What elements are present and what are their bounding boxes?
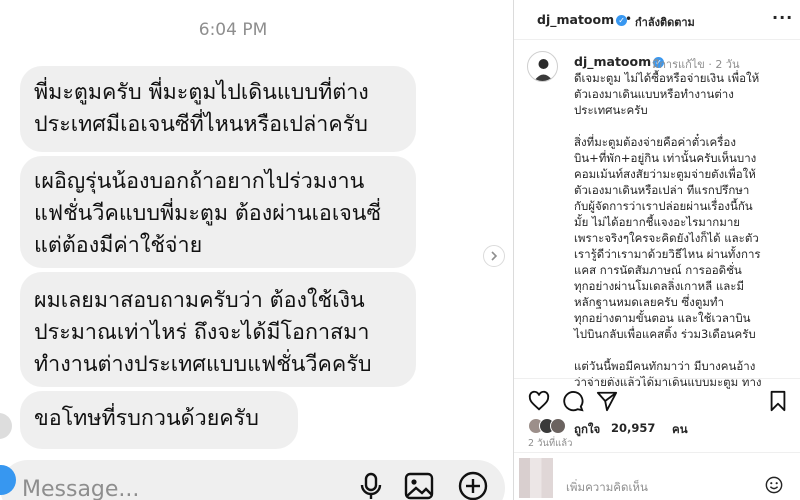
caption-line: คอมเม้นท์สงสัยว่ามะตูมจ่ายตังเพื่อให้ (574, 167, 756, 181)
caption-username-text[interactable]: dj_matoom (574, 54, 651, 69)
comment-icon[interactable] (562, 390, 584, 412)
chat-screenshot: 6:04 PM พี่มะตูมครับ พี่มะตูมไปเดินแบบที… (0, 0, 513, 500)
caption-line: เพราะจริงๆใครจะคิดยังไงก็ได้ และตัว (574, 231, 759, 245)
post-panel: dj_matoom ✓ • กำลังติดตาม ··· dj_matoom ✓ … (513, 0, 800, 500)
caption-line: ประเทศนะครับ (574, 103, 648, 117)
message-line: เผอิญรุ่นน้องบอกถ้าอยากไปร่วมงาน (34, 169, 365, 194)
caption-line: เรารู้ดีว่าเรามาด้วยวิธีไหน ผ่านทั้งการ (574, 247, 761, 261)
caption-line: ตัวเองมาเดินหรือเปล่า ทีแรกปรึกษา (574, 183, 750, 197)
caption-line: สิ่งที่มะตูมต้องจ่ายคือค่าตั๋วเครื่อง (574, 135, 736, 149)
caption-username[interactable]: dj_matoom ✓ (574, 54, 665, 69)
share-icon[interactable] (596, 390, 618, 412)
caption-avatar[interactable] (527, 51, 558, 82)
message-input[interactable] (22, 474, 322, 500)
caption-line: ทุกอย่างผ่านโมเดลลิ่งเกาหลี และมี (574, 279, 745, 293)
liker-avatar (550, 418, 566, 434)
caption-line: ทุกอย่างตามขั้นตอน และใช้เวลาบิน (574, 311, 751, 325)
message-line: ประเทศมีเอเจนซีที่ไหนหรือเปล่าครับ (34, 112, 368, 137)
caption-line: มั้ย ไม่ได้อยากชี้แจงอะไรมากมาย (574, 215, 741, 229)
separator-dot: • (625, 12, 633, 26)
heart-icon[interactable] (528, 390, 550, 412)
message-bubble[interactable]: ผมเลยมาสอบถามครับว่า ต้องใช้เงิน ประมาณเ… (20, 272, 416, 387)
message-bubble[interactable]: เผอิญรุ่นน้องบอกถ้าอยากไปร่วมงาน แฟชั่นว… (20, 156, 416, 268)
caption-text: ดีเจมะตูม ไม่ได้ซื้อหรือจ่ายเงิน เพื่อให… (574, 70, 788, 390)
caption-line: บิน+ที่พัก+อยู่กิน เท่านั้นครับเห็นบาง (574, 151, 757, 165)
likes-count[interactable]: 20,957 (611, 421, 655, 435)
following-button[interactable]: กำลังติดตาม (635, 13, 695, 31)
chevron-right-icon (491, 251, 498, 261)
header-username[interactable]: dj_matoom ✓ (537, 12, 628, 27)
message-line: ทำงานต่างประเทศแบบแฟชั่นวีคครับ (34, 352, 372, 377)
commenter-avatar (519, 458, 553, 498)
post-header: dj_matoom ✓ • กำลังติดตาม ··· (514, 0, 800, 40)
message-bubble[interactable]: ขอโทษที่รบกวนด้วยครับ (20, 391, 298, 449)
post-age: 2 วันที่แล้ว (528, 438, 573, 449)
message-line: ประมาณเท่าไหร่ ถึงจะได้มีโอกาสมา (34, 320, 370, 345)
emoji-icon[interactable] (765, 476, 783, 494)
message-line: พี่มะตูมครับ พี่มะตูมไปเดินแบบที่ต่าง (34, 80, 369, 105)
caption-line: ตัวเองมาเดินแบบหรือทำงานต่าง (574, 87, 734, 101)
more-options-icon[interactable]: ··· (772, 8, 793, 27)
comment-input[interactable] (566, 478, 746, 496)
carousel-next-button[interactable] (483, 245, 505, 267)
microphone-icon[interactable] (355, 471, 387, 500)
header-username-text[interactable]: dj_matoom (537, 12, 614, 27)
liker-avatars[interactable] (528, 418, 568, 436)
caption-line: ไปบินกลับเพื่อแคสติ้ง ร่วม3เดือนครับ (574, 327, 756, 341)
message-line: ผมเลยมาสอบถามครับว่า ต้องใช้เงิน (34, 288, 365, 313)
user-avatar-icon (534, 59, 553, 81)
likes-label: ถูกใจ (574, 422, 601, 436)
message-bubble[interactable]: พี่มะตูมครับ พี่มะตูมไปเดินแบบที่ต่าง ปร… (20, 66, 416, 152)
actions-divider (514, 378, 800, 379)
message-line: ขอโทษที่รบกวนด้วยครับ (34, 406, 259, 431)
bookmark-icon[interactable] (767, 390, 789, 412)
caption-line: หลักฐานหมดเลยครับ ซึ่งตูมทำ (574, 295, 724, 309)
caption-line: ดีเจมะตูม ไม่ได้ซื้อหรือจ่ายเงิน เพื่อให… (574, 71, 760, 85)
caption-line: กับผู้จัดการว่าเราปล่อยผ่านเรื่องนี้กัน (574, 199, 753, 213)
add-circle-icon[interactable] (457, 471, 489, 500)
chat-timestamp: 6:04 PM (198, 20, 268, 40)
caption-line: ว่าจ่ายตังแล้วได้มาเดินแบบมะตูม ทาง (574, 375, 762, 389)
caption-line: แคส การนัดสัมภาษณ์ การออดิชั่น (574, 263, 742, 277)
likes-unit: คน (672, 422, 688, 436)
comment-divider (514, 452, 800, 453)
image-icon[interactable] (403, 471, 435, 500)
caption-line: แต่วันนี้พอมีคนทักมาว่า มีบางคนอ้าง (574, 359, 756, 373)
message-line: แฟชั่นวีคแบบพี่มะตูม ต้องผ่านเอเจนซี่ (34, 201, 382, 226)
message-line: แต่ต้องมีค่าใช้จ่าย (34, 233, 203, 258)
sender-avatar (0, 413, 12, 439)
